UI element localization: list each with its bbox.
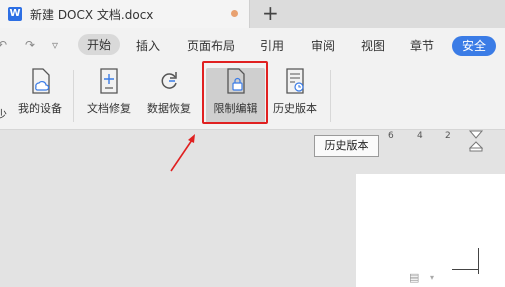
chevron-down-icon[interactable]: ▾ xyxy=(430,273,434,282)
text-margin-mark xyxy=(478,248,479,274)
ruler-mark: 6 xyxy=(388,131,394,141)
text-margin-mark xyxy=(452,269,479,270)
paragraph-menu-icon[interactable]: ▤ xyxy=(409,271,419,284)
ruler-mark: 4 xyxy=(417,131,423,141)
ruler-mark: 2 xyxy=(445,131,451,141)
tooltip: 历史版本 xyxy=(314,135,379,157)
document-page[interactable] xyxy=(356,174,505,287)
indent-marker-icon[interactable] xyxy=(469,130,483,152)
